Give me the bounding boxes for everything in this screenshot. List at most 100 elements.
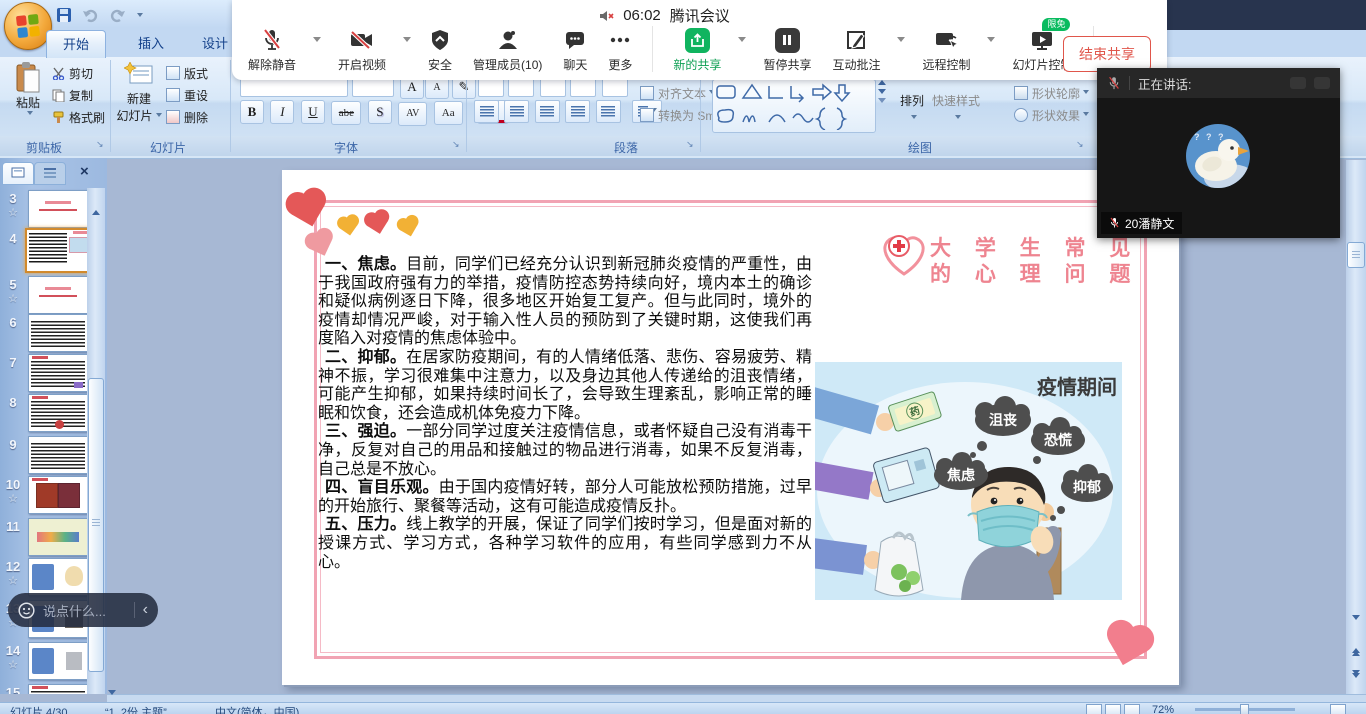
security-button[interactable]: 安全 [424,26,456,74]
remote-options-icon[interactable] [987,37,995,46]
undo-icon[interactable] [82,7,100,28]
status-slide-position: 幻灯片 4/30 [10,704,67,714]
start-video-button[interactable]: 开启视频 [334,26,390,74]
align-text-button[interactable]: 对齐文本 [640,83,715,103]
main-scrollbar[interactable] [1346,160,1366,694]
bold-button[interactable]: B [240,100,264,124]
unmute-button[interactable]: 解除静音 [244,26,300,74]
more-button[interactable]: 更多 [604,26,636,74]
video-options-icon[interactable] [403,37,411,46]
delete-slide-button[interactable]: 删除 [166,107,208,127]
shape-outline-button[interactable]: 形状轮廓 [1014,83,1089,103]
underline-button[interactable]: U [301,100,325,124]
redo-icon[interactable] [108,7,126,28]
arrange-button[interactable]: 排列 [900,92,924,122]
chat-quick-bar[interactable]: 说点什么... ‹ [8,593,158,627]
drawing-dialog-launcher[interactable]: ↘ [1076,139,1084,150]
shadow-button[interactable]: S [368,100,392,124]
manage-members-label: 管理成员(10) [473,56,542,73]
tab-slides-view[interactable] [2,162,34,185]
thumbnail-scrollbar-thumb[interactable] [88,378,104,672]
cut-icon [52,67,65,80]
emoji-icon[interactable] [18,602,35,619]
fit-to-window-button[interactable] [1330,704,1346,714]
font-name-combo[interactable] [240,77,348,97]
collapse-chat-bar-icon[interactable]: ‹ [143,602,148,618]
panel-window-icon[interactable] [1290,77,1306,89]
align-justify-button[interactable] [565,100,590,123]
close-panel-icon[interactable]: × [80,163,89,180]
slide-canvas[interactable]: 大 学 生 常 见 的 心 理 问 题 一、焦虑。目前，同学们已经充分认识到新冠… [282,170,1179,685]
animation-star-icon: ☆ [2,293,24,306]
align-right-button[interactable] [535,100,560,123]
char-spacing-button[interactable]: AV [398,102,427,126]
thumbnail-image [28,276,88,314]
shape-effects-button[interactable]: 形状效果 [1014,105,1089,125]
align-left-button[interactable] [474,100,499,123]
video-panel[interactable]: 正在讲话: ? ? ? 20潘静文 [1097,68,1340,238]
shapes-scroll-down-icon[interactable] [878,89,886,94]
align-center-button[interactable] [504,100,529,123]
align-distribute-button[interactable] [596,100,621,123]
mute-options-icon[interactable] [313,37,321,46]
layout-button[interactable]: 版式 [166,63,208,83]
slide-number: 4 [9,231,16,246]
scroll-up-icon[interactable] [92,193,100,211]
paragraph-anxiety: 一、焦虑。目前，同学们已经充分认识到新冠肺炎疫情的严重性，由于我国政府强有力的举… [318,256,812,349]
scroll-down-icon[interactable] [1352,620,1360,638]
new-share-button[interactable]: 新的共享 [669,26,725,74]
save-icon[interactable] [56,7,72,28]
copy-button[interactable]: 复制 [52,85,93,105]
panel-window-icon[interactable] [1314,77,1330,89]
slide-number: 9 [9,437,16,452]
zoom-level[interactable]: 72% [1152,704,1174,714]
next-slide-button[interactable] [1352,670,1360,678]
paragraph-dialog-launcher[interactable]: ↘ [686,139,694,150]
pause-share-button[interactable]: 暂停共享 [759,26,815,74]
end-share-button[interactable]: 结束共享 [1063,36,1151,72]
numbering-button[interactable] [508,77,534,97]
font-dialog-launcher[interactable]: ↘ [452,139,460,150]
shapes-gallery[interactable] [712,79,876,133]
line-spacing-button[interactable] [602,77,628,97]
format-painter-button[interactable]: 格式刷 [52,107,105,127]
quick-access-dropdown-icon[interactable] [137,13,143,20]
new-slide-button[interactable]: 新建 幻灯片 [114,62,164,124]
slide-body-text: 一、焦虑。目前，同学们已经充分认识到新冠肺炎疫情的严重性，由于我国政府强有力的举… [318,256,812,572]
chat-input-placeholder[interactable]: 说点什么... [43,601,126,620]
reset-button[interactable]: 重设 [166,85,208,105]
shapes-scroll[interactable] [878,80,886,103]
view-buttons[interactable] [1086,704,1140,714]
clipboard-dialog-launcher[interactable]: ↘ [96,139,104,150]
italic-button[interactable]: I [270,100,294,124]
cut-button[interactable]: 剪切 [52,63,93,83]
share-options-icon[interactable] [738,37,746,46]
indent-decrease-button[interactable] [540,77,566,97]
font-size-combo[interactable] [352,77,394,97]
office-button[interactable] [4,2,52,50]
previous-slide-button[interactable] [1352,648,1360,656]
annotate-button[interactable]: 互动批注 [828,26,884,74]
change-case-button[interactable]: Aa [434,101,463,125]
annotate-options-icon[interactable] [897,37,905,46]
remote-control-button[interactable]: 远程控制 [918,26,974,74]
quick-styles-button[interactable]: 快速样式 [932,92,980,122]
paragraph-pressure: 五、压力。线上教学的开展，保证了同学们按时学习，但是面对新的授课方式、学习方式，… [318,516,812,572]
main-scrollbar-thumb[interactable] [1347,242,1365,268]
shapes-more-icon[interactable] [878,98,886,103]
paste-button[interactable]: 粘贴 [8,62,48,118]
outline-view-icon [43,167,57,179]
bullets-button[interactable] [478,77,504,97]
svg-text:焦虑: 焦虑 [946,467,975,483]
manage-members-button[interactable]: 管理成员(10) [469,26,546,74]
indent-increase-button[interactable] [570,77,596,97]
tab-outline-view[interactable] [34,162,66,185]
shapes-scroll-up-icon[interactable] [878,80,886,85]
zoom-slider-knob[interactable] [1240,704,1249,714]
chat-button[interactable]: 聊天 [559,26,591,74]
slide-number: 7 [9,355,16,370]
tab-insert[interactable]: 插入 [122,30,180,57]
thumbnail-image [28,394,88,432]
strikethrough-button[interactable]: abe [331,101,361,125]
tab-home[interactable]: 开始 [46,30,106,58]
